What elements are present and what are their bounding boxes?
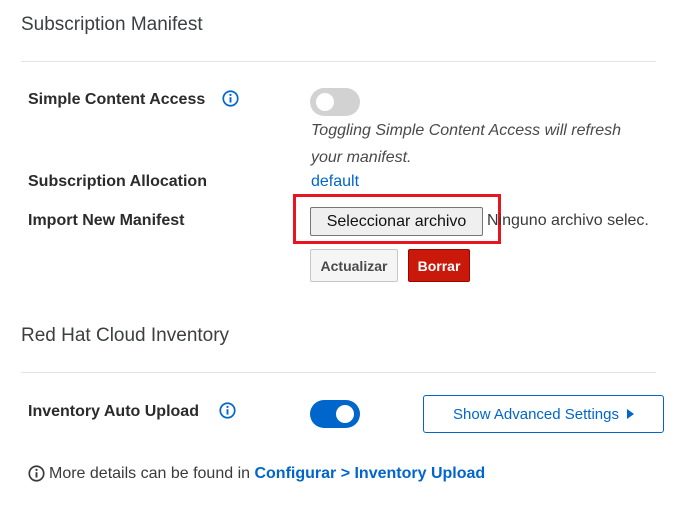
inventory-section-title: Red Hat Cloud Inventory xyxy=(21,325,230,346)
import-manifest-label: Import New Manifest xyxy=(28,212,185,229)
subscription-section-title: Subscription Manifest xyxy=(21,14,203,35)
toggle-knob xyxy=(316,93,334,111)
no-file-selected-text: Ninguno archivo selec. xyxy=(487,212,649,229)
inventory-auto-upload-label: Inventory Auto Upload xyxy=(28,403,199,420)
simple-content-access-label: Simple Content Access xyxy=(28,91,206,108)
subscription-allocation-link[interactable]: default xyxy=(311,173,359,191)
inventory-upload-link[interactable]: Configurar > Inventory Upload xyxy=(254,465,485,482)
simple-content-access-toggle[interactable] xyxy=(310,88,360,116)
subscription-allocation-label: Subscription Allocation xyxy=(28,173,207,190)
info-icon[interactable] xyxy=(222,90,239,107)
info-icon[interactable] xyxy=(219,402,236,419)
inventory-divider xyxy=(21,372,656,373)
footer-text: More details can be found in xyxy=(49,465,251,482)
update-button[interactable]: Actualizar xyxy=(310,249,398,282)
show-advanced-settings-label: Show Advanced Settings xyxy=(453,405,619,423)
info-icon xyxy=(28,465,45,482)
footer-text-block: More details can be found in Configurar … xyxy=(49,465,485,483)
simple-content-access-help-line2: your manifest. xyxy=(311,149,412,166)
caret-right-icon xyxy=(626,409,634,419)
choose-file-button[interactable]: Seleccionar archivo xyxy=(310,207,483,236)
inventory-auto-upload-toggle[interactable] xyxy=(310,400,360,428)
subscription-divider xyxy=(21,61,656,62)
simple-content-access-help-line1: Toggling Simple Content Access will refr… xyxy=(311,122,622,139)
toggle-knob xyxy=(336,405,354,423)
show-advanced-settings-button[interactable]: Show Advanced Settings xyxy=(423,395,664,433)
delete-button[interactable]: Borrar xyxy=(408,249,470,282)
